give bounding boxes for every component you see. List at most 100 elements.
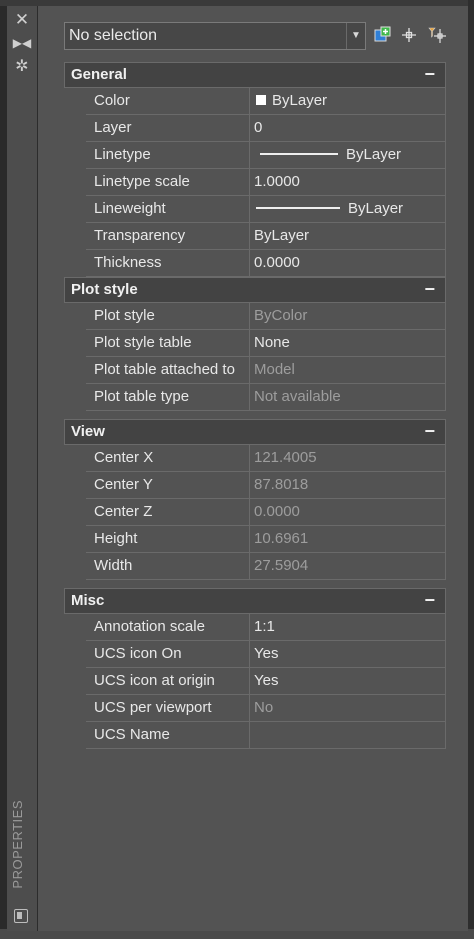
row-gutter	[64, 357, 86, 384]
gear-icon[interactable]: ✲	[7, 56, 37, 78]
property-name: Linetype	[86, 142, 250, 169]
row-gutter	[64, 526, 86, 553]
property-name: UCS icon On	[86, 641, 250, 668]
section-header-view[interactable]: View −	[64, 419, 446, 445]
property-value: 10.6961	[250, 526, 446, 553]
property-row-center-z[interactable]: Center Z 0.0000	[64, 499, 446, 526]
property-value[interactable]: 1.0000	[250, 169, 446, 196]
select-objects-icon[interactable]	[398, 24, 420, 46]
property-row-ucs-icon-at-origin[interactable]: UCS icon at origin Yes	[64, 668, 446, 695]
section-title: Misc	[71, 592, 105, 609]
close-icon[interactable]: ✕	[7, 8, 37, 30]
row-gutter	[64, 223, 86, 250]
property-value: No	[250, 695, 446, 722]
property-value[interactable]: ByLayer	[250, 223, 446, 250]
property-row-plot-table-attached[interactable]: Plot table attached to Model	[64, 357, 446, 384]
section-header-misc[interactable]: Misc −	[64, 588, 446, 614]
property-row-ucs-icon-on[interactable]: UCS icon On Yes	[64, 641, 446, 668]
property-row-color[interactable]: Color ByLayer	[64, 88, 446, 115]
selector-row: No selection ▼	[64, 22, 464, 52]
property-row-thickness[interactable]: Thickness 0.0000	[64, 250, 446, 277]
property-name: Transparency	[86, 223, 250, 250]
toggle-pickadd-icon[interactable]	[372, 24, 394, 46]
collapse-icon[interactable]: −	[424, 63, 435, 85]
row-gutter	[64, 695, 86, 722]
property-value-text: ByLayer	[348, 200, 404, 217]
property-name: Center Z	[86, 499, 250, 526]
row-gutter	[64, 499, 86, 526]
property-row-plot-table-type[interactable]: Plot table type Not available	[64, 384, 446, 411]
property-value: ByColor	[250, 303, 446, 330]
section-header-plot-style[interactable]: Plot style −	[64, 277, 446, 303]
property-row-lineweight[interactable]: Lineweight ByLayer	[64, 196, 446, 223]
row-gutter	[64, 142, 86, 169]
property-name: Layer	[86, 115, 250, 142]
property-value[interactable]	[250, 722, 446, 749]
property-name: Plot style table	[86, 330, 250, 357]
quick-select-icon[interactable]	[426, 24, 448, 46]
property-value: 87.8018	[250, 472, 446, 499]
palette-title: PROPERTIES	[10, 800, 25, 889]
property-name: Width	[86, 553, 250, 580]
lineweight-sample	[256, 206, 340, 209]
row-gutter	[64, 472, 86, 499]
object-type-select[interactable]: No selection ▼	[64, 22, 366, 50]
property-value[interactable]: None	[250, 330, 446, 357]
property-name: Lineweight	[86, 196, 250, 223]
property-row-transparency[interactable]: Transparency ByLayer	[64, 223, 446, 250]
property-row-linetype[interactable]: Linetype ByLayer	[64, 142, 446, 169]
property-value: 0.0000	[250, 499, 446, 526]
property-grid: General − Color ByLayer Layer 0 Linetype…	[64, 62, 446, 749]
row-gutter	[64, 445, 86, 472]
row-gutter	[64, 553, 86, 580]
chevron-down-icon[interactable]: ▼	[346, 23, 365, 49]
property-row-annotation-scale[interactable]: Annotation scale 1:1	[64, 614, 446, 641]
property-row-plot-style[interactable]: Plot style ByColor	[64, 303, 446, 330]
property-row-height[interactable]: Height 10.6961	[64, 526, 446, 553]
row-gutter	[64, 614, 86, 641]
property-row-linetype-scale[interactable]: Linetype scale 1.0000	[64, 169, 446, 196]
section-header-general[interactable]: General −	[64, 62, 446, 88]
property-name: Annotation scale	[86, 614, 250, 641]
section-title: View	[71, 423, 105, 440]
property-value[interactable]: 1:1	[250, 614, 446, 641]
row-gutter	[64, 196, 86, 223]
color-swatch	[256, 95, 266, 106]
property-value[interactable]: Yes	[250, 641, 446, 668]
property-value[interactable]: 0	[250, 115, 446, 142]
property-row-plot-style-table[interactable]: Plot style table None	[64, 330, 446, 357]
row-gutter	[64, 330, 86, 357]
collapse-icon[interactable]: −	[424, 420, 435, 442]
row-gutter	[64, 115, 86, 142]
row-gutter	[64, 303, 86, 330]
property-value[interactable]: Yes	[250, 668, 446, 695]
palette-menu-icon[interactable]	[14, 909, 28, 923]
collapse-icon[interactable]: −	[424, 589, 435, 611]
property-name: UCS Name	[86, 722, 250, 749]
property-row-ucs-name[interactable]: UCS Name	[64, 722, 446, 749]
property-name: Height	[86, 526, 250, 553]
section-title: General	[71, 66, 127, 83]
property-value[interactable]: ByLayer	[250, 88, 446, 115]
property-name: Plot table type	[86, 384, 250, 411]
property-value-text: ByLayer	[272, 92, 328, 109]
palette-titlebar[interactable]: ✕ ▶◀ ✲ PROPERTIES	[7, 6, 38, 931]
property-row-ucs-per-viewport[interactable]: UCS per viewport No	[64, 695, 446, 722]
properties-panel: No selection ▼ General − Color ByLayer L…	[38, 6, 468, 931]
auto-hide-icon[interactable]: ▶◀	[7, 32, 37, 54]
collapse-icon[interactable]: −	[424, 278, 435, 300]
property-row-width[interactable]: Width 27.5904	[64, 553, 446, 580]
right-edge	[468, 0, 474, 939]
property-value-text: ByLayer	[346, 146, 402, 163]
property-name: Plot table attached to	[86, 357, 250, 384]
property-row-center-x[interactable]: Center X 121.4005	[64, 445, 446, 472]
property-value[interactable]: ByLayer	[250, 142, 446, 169]
property-row-center-y[interactable]: Center Y 87.8018	[64, 472, 446, 499]
property-value[interactable]: ByLayer	[250, 196, 446, 223]
property-value[interactable]: 0.0000	[250, 250, 446, 277]
property-name: UCS icon at origin	[86, 668, 250, 695]
property-row-layer[interactable]: Layer 0	[64, 115, 446, 142]
row-gutter	[64, 668, 86, 695]
linetype-sample	[260, 152, 338, 155]
